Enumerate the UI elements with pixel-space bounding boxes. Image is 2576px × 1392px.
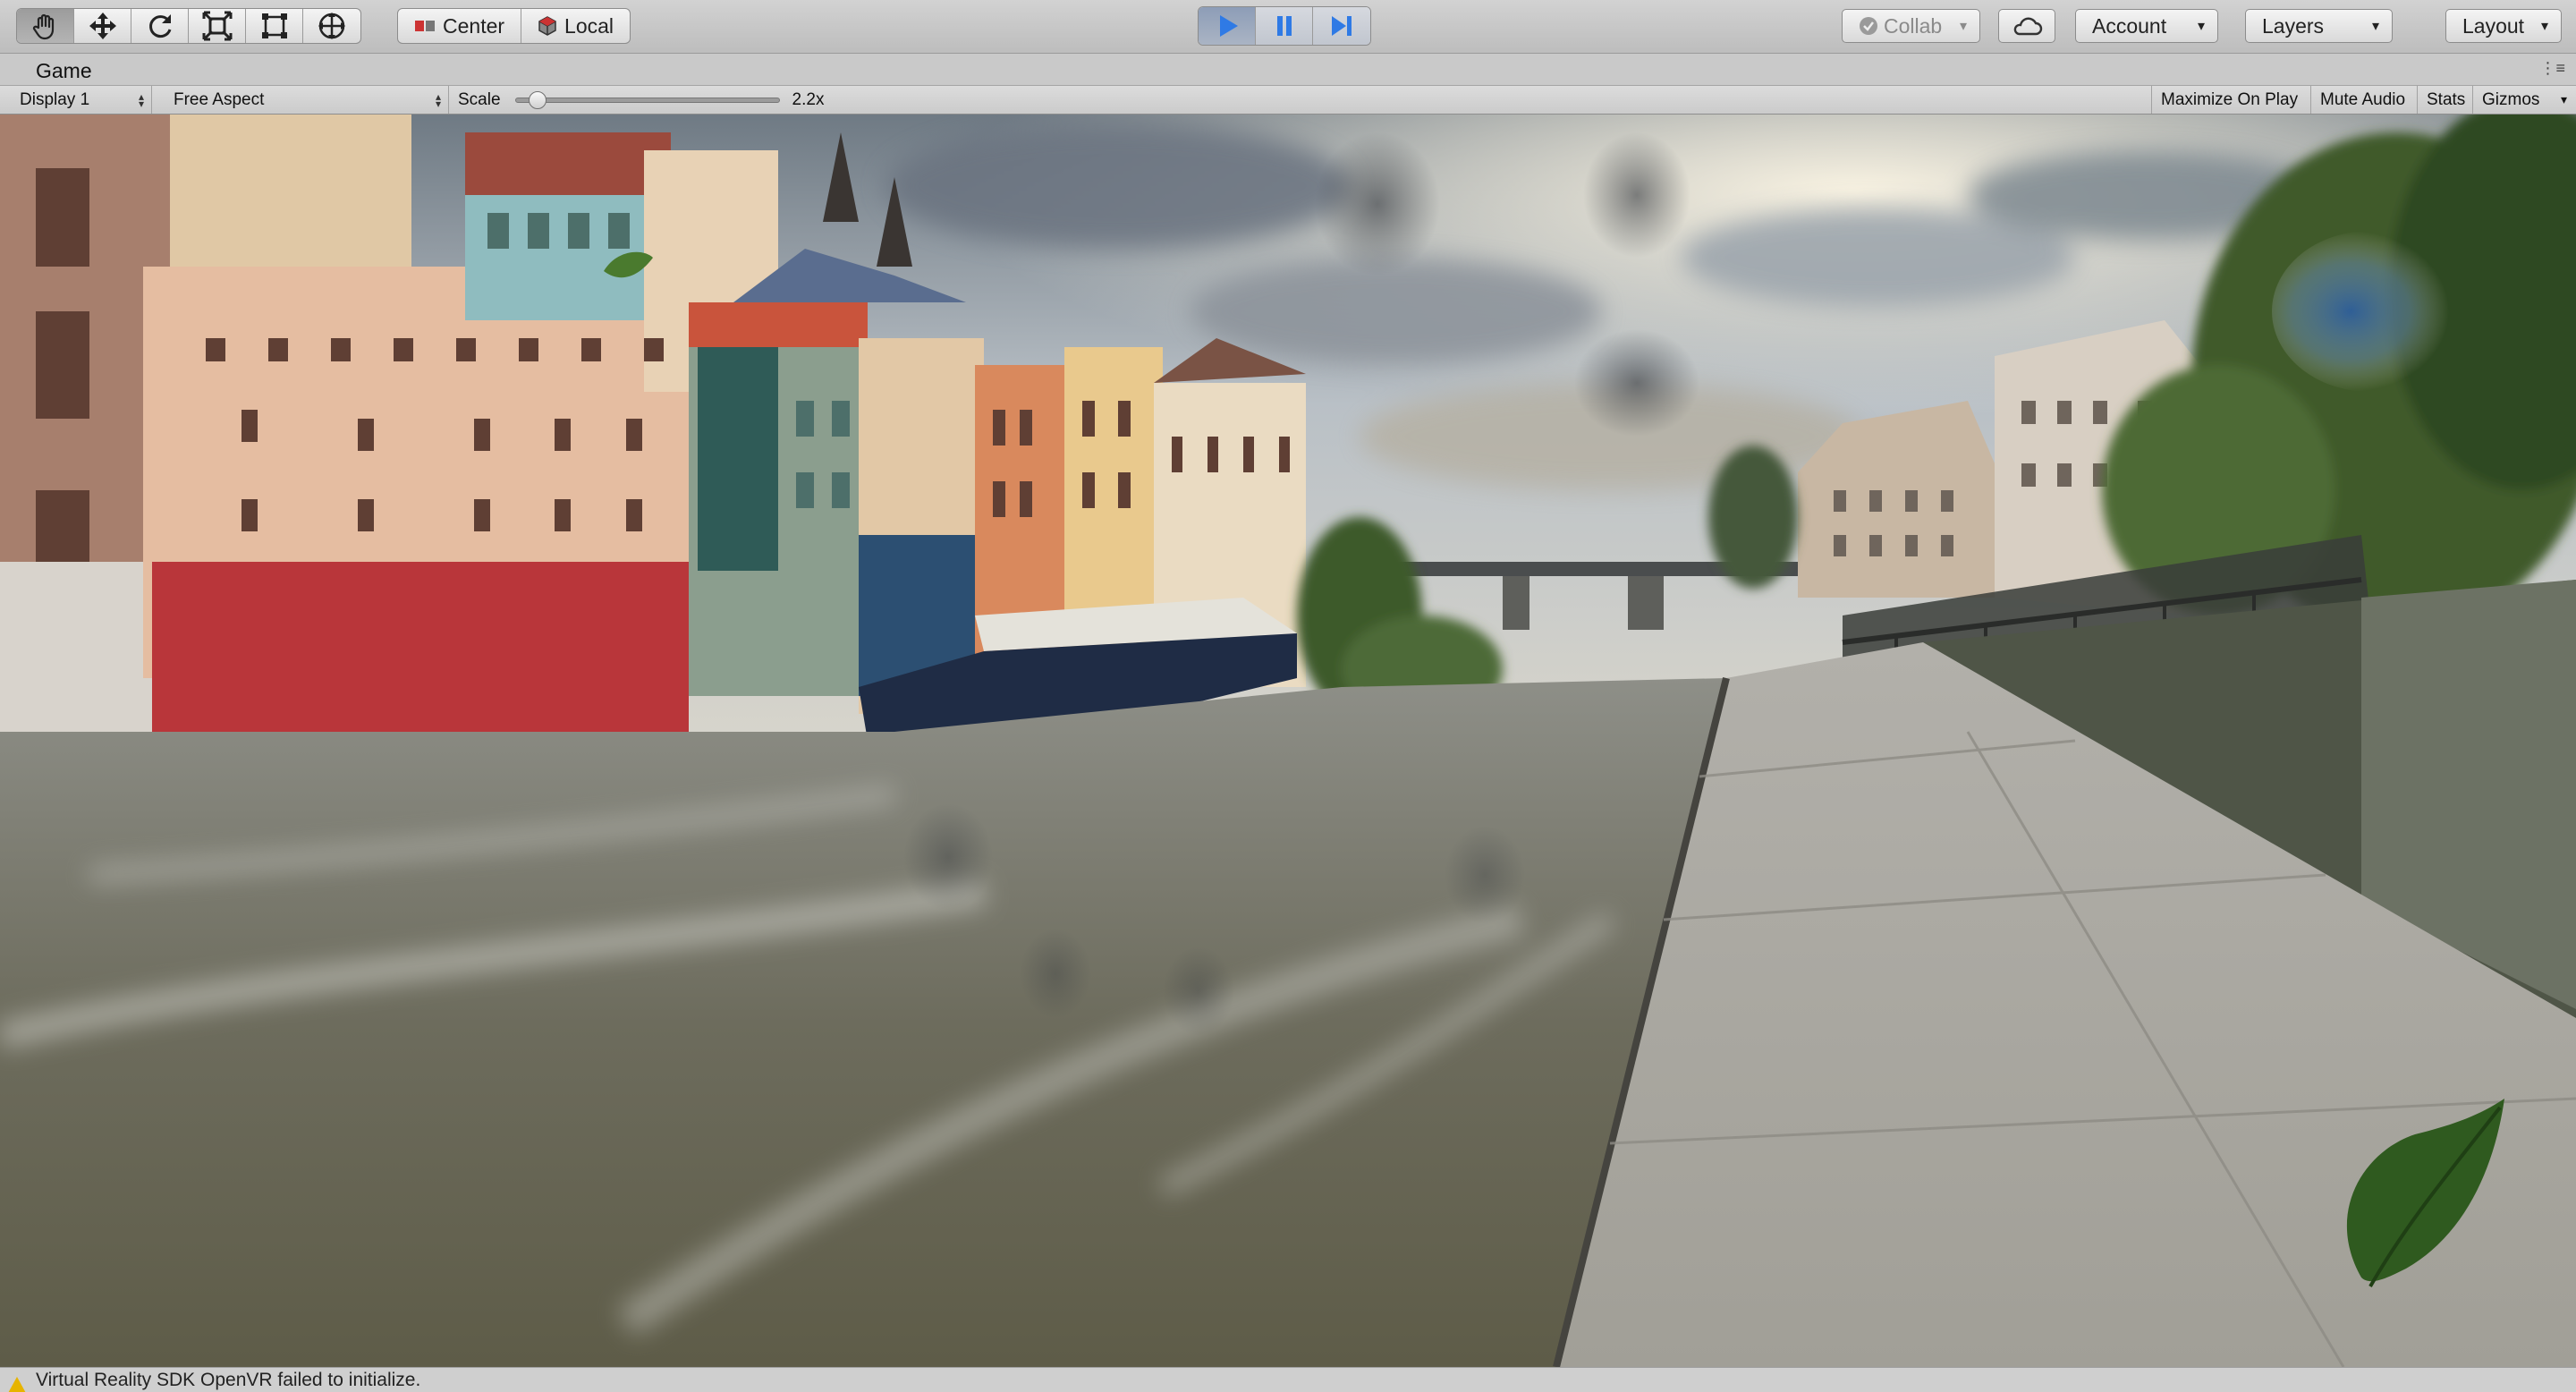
pivot-local-label: Local	[564, 13, 614, 38]
move-icon	[89, 13, 116, 39]
gizmos-label: Gizmos	[2482, 89, 2540, 109]
game-view-toolbar: Display 1 ▴ ▾ Free Aspect ▴ ▾ Scale 2.2x M…	[0, 86, 2576, 115]
display-select[interactable]: Display 1 ▴ ▾	[9, 86, 152, 114]
mute-audio-label: Mute Audio	[2320, 89, 2406, 109]
account-label: Account	[2092, 13, 2167, 38]
collab-dropdown[interactable]: Collab ▾	[1842, 9, 1980, 43]
layers-dropdown[interactable]: Layers ▾	[2245, 9, 2393, 43]
collab-label: Collab	[1884, 13, 1943, 38]
scale-label: Scale	[458, 89, 501, 109]
pivot-local-button[interactable]: Local	[521, 9, 630, 43]
tab-game[interactable]: Game	[11, 57, 92, 84]
move-tool-button[interactable]	[74, 9, 131, 43]
cube-icon	[538, 16, 556, 36]
chevron-down-icon: ▾	[2540, 19, 2548, 34]
hand-icon	[32, 13, 54, 40]
aspect-value: Free Aspect	[174, 89, 265, 109]
rotate-tool-button[interactable]	[131, 9, 189, 43]
rect-tool-button[interactable]	[246, 9, 303, 43]
pivot-center-label: Center	[443, 13, 505, 38]
maximize-on-play-toggle[interactable]: Maximize On Play	[2151, 86, 2307, 114]
step-icon	[1332, 16, 1352, 36]
mute-audio-toggle[interactable]: Mute Audio	[2310, 86, 2414, 114]
status-message: Virtual Reality SDK OpenVR failed to ini…	[36, 1369, 421, 1390]
warning-icon	[7, 1376, 27, 1392]
game-tab-bar: Game ⋮≡	[0, 54, 2576, 86]
transform-tools	[16, 8, 361, 44]
transform-icon	[318, 13, 345, 39]
step-button[interactable]	[1313, 7, 1370, 45]
status-bar[interactable]: Virtual Reality SDK OpenVR failed to ini…	[0, 1367, 2576, 1392]
account-dropdown[interactable]: Account ▾	[2075, 9, 2218, 43]
cloud-icon	[2013, 17, 2043, 36]
transform-tool-button[interactable]	[303, 9, 360, 43]
updown-arrows-icon: ▴ ▾	[138, 89, 144, 110]
checkmark-icon	[1860, 17, 1877, 35]
rotate-icon	[148, 14, 171, 38]
scale-slider[interactable]	[514, 90, 780, 109]
pivot-center-button[interactable]: Center	[398, 9, 522, 43]
playback-controls	[1198, 6, 1371, 46]
updown-arrows-icon: ▴ ▾	[435, 89, 441, 110]
maximize-on-play-label: Maximize On Play	[2161, 89, 2299, 109]
chevron-down-icon: ▾	[2560, 92, 2567, 106]
gizmos-dropdown[interactable]: Gizmos ▾	[2472, 86, 2576, 114]
stats-label: Stats	[2427, 89, 2466, 109]
chevron-down-icon: ▾	[2371, 19, 2379, 34]
play-icon	[1219, 15, 1238, 37]
tab-game-label: Game	[36, 58, 92, 82]
play-button[interactable]	[1199, 7, 1256, 45]
stats-toggle[interactable]: Stats	[2417, 86, 2474, 114]
pivot-controls: Center Local	[397, 8, 631, 44]
scale-tool-button[interactable]	[189, 9, 246, 43]
tab-menu-icon[interactable]: ⋮≡	[2539, 59, 2565, 78]
scale-value: 2.2x	[792, 89, 825, 109]
display-value: Display 1	[20, 89, 90, 109]
scale-control: Scale 2.2x	[458, 86, 834, 114]
chevron-down-icon: ▾	[1959, 19, 1967, 34]
pause-icon	[1276, 16, 1292, 36]
hand-tool-button[interactable]	[17, 9, 74, 43]
aspect-select[interactable]: Free Aspect ▴ ▾	[163, 86, 449, 114]
main-toolbar: Center Local Collab ▾ Account ▾ Layers ▾…	[0, 0, 2576, 54]
game-viewport[interactable]	[0, 115, 2576, 1367]
scale-icon	[202, 11, 232, 41]
layout-label: Layout	[2462, 13, 2525, 38]
layers-label: Layers	[2262, 13, 2325, 38]
scale-slider-thumb[interactable]	[528, 90, 547, 109]
pause-button[interactable]	[1256, 7, 1313, 45]
game-controller-icon	[16, 64, 23, 78]
cloud-button[interactable]	[1998, 9, 2055, 43]
pivot-center-icon	[415, 21, 435, 31]
game-scene-image	[0, 115, 2576, 1367]
rect-icon	[261, 13, 287, 38]
layout-dropdown[interactable]: Layout ▾	[2445, 9, 2562, 43]
chevron-down-icon: ▾	[2197, 19, 2205, 34]
